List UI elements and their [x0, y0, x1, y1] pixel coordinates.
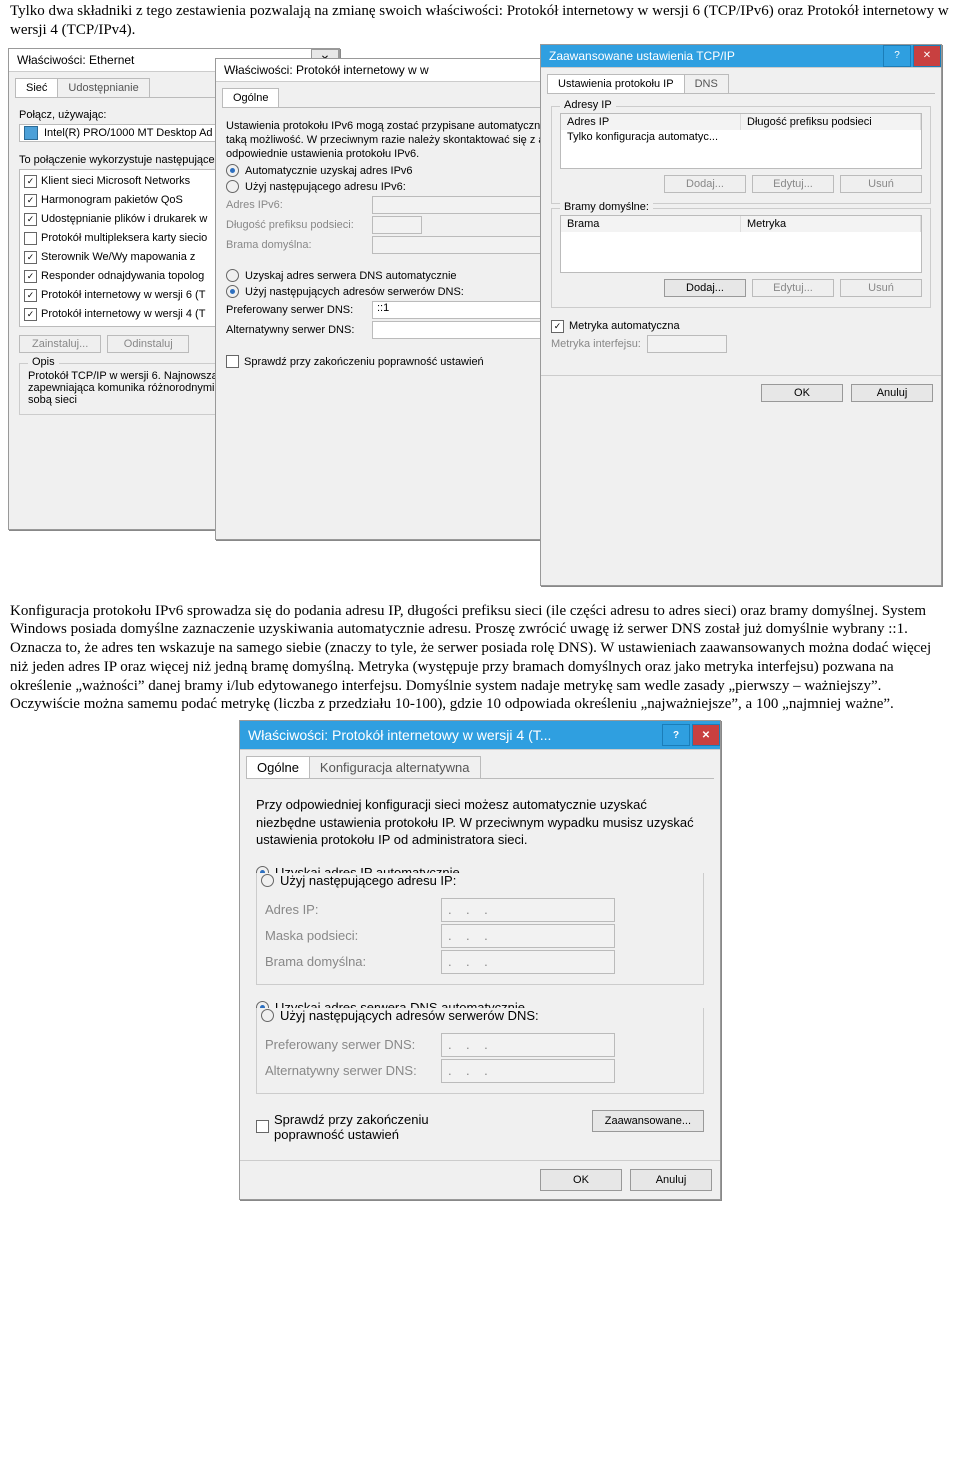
metric-group: ✓Metryka automatyczna Metryka interfejsu…: [551, 312, 931, 363]
advanced-button[interactable]: Zaawansowane...: [592, 1110, 704, 1132]
delete-button[interactable]: Usuń: [840, 175, 922, 193]
pref-dns-input: . . .: [441, 1033, 615, 1057]
edit-button[interactable]: Edytuj...: [752, 175, 834, 193]
help-icon[interactable]: ?: [883, 45, 911, 67]
radio-ip-static[interactable]: Użyj następującego adresu IP:: [257, 873, 460, 888]
close-icon[interactable]: ✕: [913, 45, 941, 67]
tab-ogolne[interactable]: Ogólne: [222, 88, 279, 107]
static-dns-group: Użyj następujących adresów serwerów DNS:…: [256, 1008, 704, 1094]
radio-auto-ipv6[interactable]: Automatycznie uzyskaj adres IPv6: [226, 164, 566, 177]
ipv6-titlebar: Właściwości: Protokół internetowy w w: [216, 59, 576, 82]
advanced-title: Zaawansowane ustawienia TCP/IP: [549, 49, 881, 63]
radio-dns-auto[interactable]: Uzyskaj adres serwera DNS automatycznie: [226, 269, 566, 282]
auto-metric-check[interactable]: ✓Metryka automatyczna: [551, 320, 923, 333]
ipv4-body: Przy odpowiedniej konfiguracji sieci moż…: [240, 779, 720, 1160]
screenshot-stack-1: Właściwości: Ethernet ✕ Sieć Udostępnian…: [0, 44, 960, 594]
tab-ogolne[interactable]: Ogólne: [246, 756, 310, 778]
th-metric: Metryka: [741, 216, 921, 232]
if-metric-input: [647, 335, 727, 353]
intro-paragraph-1: Tylko dwa składniki z tego zestawienia p…: [10, 2, 950, 40]
gw-input: . . .: [441, 950, 615, 974]
ipv6-title: Właściwości: Protokół internetowy w w: [224, 63, 576, 77]
gw-table[interactable]: BramaMetryka: [560, 215, 922, 273]
ipv6-desc: Ustawienia protokołu IPv6 mogą zostać pr…: [226, 119, 566, 162]
alt-dns-input[interactable]: [372, 321, 566, 339]
ipv6-addr-input: [372, 196, 566, 214]
ipv4-footer: OK Anuluj: [240, 1160, 720, 1199]
ip-table[interactable]: Adres IPDługość prefiksu podsieci Tylko …: [560, 113, 922, 169]
ipv6-addr-label: Adres IPv6:: [226, 199, 366, 211]
ipv6-tabs: Ogólne: [222, 88, 570, 108]
close-icon[interactable]: ✕: [692, 724, 720, 746]
ipv4-dialog: Właściwości: Protokół internetowy w wers…: [239, 720, 721, 1200]
alt-dns-input: . . .: [441, 1059, 615, 1083]
ipv4-desc: Przy odpowiedniej konfiguracji sieci moż…: [256, 796, 704, 849]
validate-check[interactable]: Sprawdź przy zakończeniu poprawność usta…: [226, 355, 566, 368]
ipv6-gw-input: [372, 236, 566, 254]
mask-label: Maska podsieci:: [265, 928, 435, 943]
alt-dns-label: Alternatywny serwer DNS:: [265, 1063, 435, 1078]
advanced-body: Adresy IP Adres IPDługość prefiksu podsi…: [541, 94, 941, 375]
gw-group-title: Bramy domyślne:: [560, 201, 653, 213]
advanced-tabs: Ustawienia protokołu IP DNS: [547, 74, 935, 94]
cancel-button[interactable]: Anuluj: [851, 384, 933, 402]
gw-label: Brama domyślna:: [265, 954, 435, 969]
gw-delete-button[interactable]: Usuń: [840, 279, 922, 297]
ip-addr-input: . . .: [441, 898, 615, 922]
ipv4-titlebar: Właściwości: Protokół internetowy w wers…: [240, 721, 720, 750]
ipv6-dialog: Właściwości: Protokół internetowy w w Og…: [215, 58, 577, 540]
radio-static-ipv6[interactable]: Użyj następującego adresu IPv6:: [226, 180, 566, 193]
uninstall-button[interactable]: Odinstaluj: [107, 335, 189, 353]
tab-dns[interactable]: DNS: [684, 74, 729, 93]
radio-dns-static[interactable]: Użyj następujących adresów serwerów DNS:: [257, 1008, 543, 1023]
body-paragraph-2: Konfiguracja protokołu IPv6 sprowadza si…: [10, 602, 950, 715]
alt-dns-label: Alternatywny serwer DNS:: [226, 324, 366, 336]
ipv4-title: Właściwości: Protokół internetowy w wers…: [248, 727, 660, 743]
advanced-dialog: Zaawansowane ustawienia TCP/IP ? ✕ Ustaw…: [540, 44, 942, 586]
ok-button[interactable]: OK: [540, 1169, 622, 1191]
mask-input: . . .: [441, 924, 615, 948]
ipv4-tabs: Ogólne Konfiguracja alternatywna: [246, 756, 714, 779]
if-metric-label: Metryka interfejsu:: [551, 338, 641, 350]
help-icon[interactable]: ?: [662, 724, 690, 746]
table-row[interactable]: Tylko konfiguracja automatyc...: [561, 130, 921, 144]
th-gw: Brama: [561, 216, 741, 232]
description-label: Opis: [28, 356, 59, 368]
ipv6-gw-label: Brama domyślna:: [226, 239, 366, 251]
static-ip-group: Użyj następującego adresu IP: Adres IP:.…: [256, 873, 704, 985]
tab-siec[interactable]: Sieć: [15, 78, 58, 97]
install-button[interactable]: Zainstaluj...: [19, 335, 101, 353]
advanced-footer: OK Anuluj: [541, 375, 941, 410]
radio-dns-static[interactable]: Użyj następujących adresów serwerów DNS:: [226, 285, 566, 298]
tab-ip-settings[interactable]: Ustawienia protokołu IP: [547, 74, 685, 93]
tab-alt-config[interactable]: Konfiguracja alternatywna: [309, 756, 481, 778]
ipv6-prefix-label: Długość prefiksu podsieci:: [226, 219, 366, 231]
pref-dns-label: Preferowany serwer DNS:: [265, 1037, 435, 1052]
nic-icon: [24, 126, 38, 140]
gw-add-button[interactable]: Dodaj...: [664, 279, 746, 297]
ip-addresses-group: Adresy IP Adres IPDługość prefiksu podsi…: [551, 106, 931, 204]
cancel-button[interactable]: Anuluj: [630, 1169, 712, 1191]
th-prefix: Długość prefiksu podsieci: [741, 114, 921, 130]
th-ip: Adres IP: [561, 114, 741, 130]
gw-edit-button[interactable]: Edytuj...: [752, 279, 834, 297]
validate-check[interactable]: Sprawdź przy zakończeniu poprawność usta…: [256, 1112, 586, 1142]
tab-udostepnianie[interactable]: Udostępnianie: [57, 78, 149, 97]
add-button[interactable]: Dodaj...: [664, 175, 746, 193]
ipv6-body: Ustawienia protokołu IPv6 mogą zostać pr…: [216, 108, 576, 379]
ipv6-prefix-input: [372, 216, 422, 234]
ip-addr-label: Adres IP:: [265, 902, 435, 917]
pref-dns-input[interactable]: ::1: [372, 301, 566, 319]
ip-group-title: Adresy IP: [560, 99, 616, 111]
pref-dns-label: Preferowany serwer DNS:: [226, 304, 366, 316]
adapter-name: Intel(R) PRO/1000 MT Desktop Ad: [44, 127, 213, 139]
advanced-titlebar: Zaawansowane ustawienia TCP/IP ? ✕: [541, 45, 941, 68]
ok-button[interactable]: OK: [761, 384, 843, 402]
gateways-group: Bramy domyślne: BramaMetryka Dodaj... Ed…: [551, 208, 931, 308]
